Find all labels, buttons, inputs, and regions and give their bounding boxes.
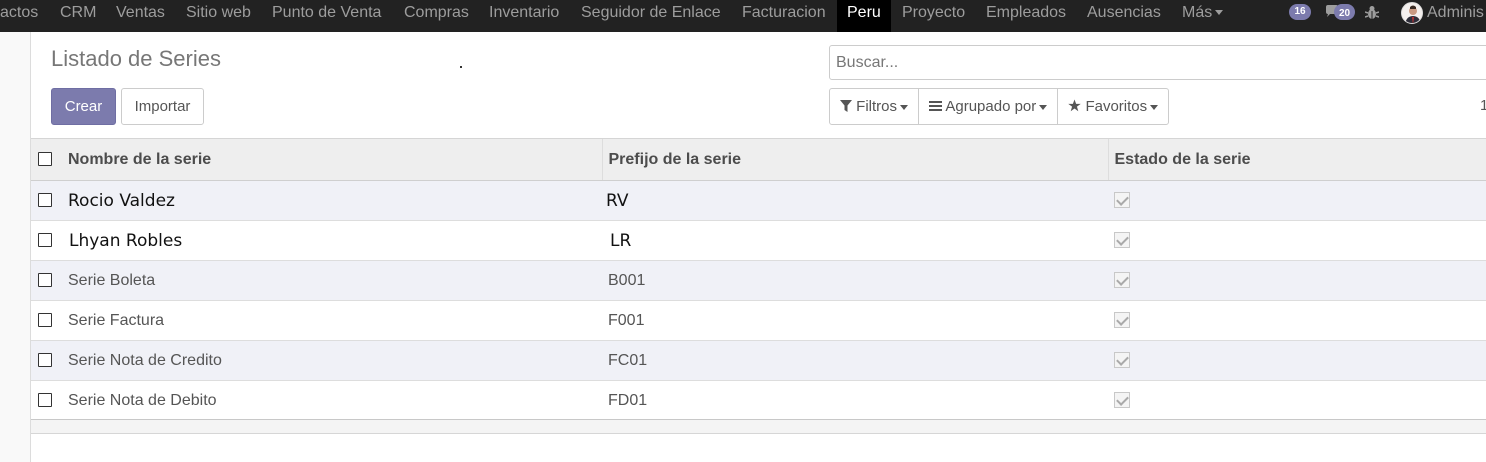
table-row[interactable]: Serie Boleta B001 — [31, 260, 1486, 301]
table-row[interactable]: Serie Factura F001 — [31, 300, 1486, 341]
table-header: Nombre de la serie Prefijo de la serie E… — [31, 138, 1486, 181]
series-list: Nombre de la serie Prefijo de la serie E… — [31, 138, 1486, 421]
series-status-cell — [1108, 221, 1486, 261]
favorites-button[interactable]: Favoritos — [1058, 89, 1168, 124]
table-row[interactable]: Lhyan Robles LR — [31, 220, 1486, 261]
row-checkbox[interactable] — [38, 313, 52, 328]
group-by-button[interactable]: Agrupado por — [919, 89, 1059, 124]
search-input[interactable] — [830, 46, 1486, 79]
series-status-cell — [1108, 301, 1486, 341]
nav-item-ausencias[interactable]: Ausencias — [1087, 0, 1161, 32]
star-icon — [1068, 99, 1081, 112]
nav-item-contactos[interactable]: actos — [0, 0, 38, 32]
column-header-prefijo[interactable]: Prefijo de la serie — [601, 138, 1108, 181]
more-menu[interactable]: Más — [1182, 0, 1224, 32]
series-name-cell[interactable]: Lhyan Robles — [62, 221, 602, 261]
series-status-cell — [1108, 261, 1486, 301]
nav-item-ventas[interactable]: Ventas — [116, 0, 165, 32]
left-panel-edge — [0, 32, 31, 462]
table-row[interactable]: Serie Nota de Debito FD01 — [31, 380, 1486, 421]
select-all-cell — [31, 138, 62, 181]
chevron-down-icon — [900, 104, 909, 110]
series-prefix-cell[interactable]: LR — [602, 221, 1108, 261]
search-box — [829, 45, 1486, 80]
series-status-cell — [1108, 341, 1486, 381]
series-prefix-cell[interactable]: FC01 — [602, 341, 1108, 381]
import-button[interactable]: Importar — [121, 88, 204, 125]
row-checkbox[interactable] — [38, 393, 52, 408]
row-select-cell — [31, 381, 62, 421]
chevron-down-icon — [1150, 104, 1159, 110]
series-prefix-cell[interactable]: RV — [602, 181, 1108, 221]
series-status-cell — [1108, 381, 1486, 421]
row-checkbox[interactable] — [38, 353, 52, 368]
row-select-cell — [31, 301, 62, 341]
table-row[interactable]: Serie Nota de Credito FC01 — [31, 340, 1486, 381]
search-options: Filtros Agrupado por Favoritos — [829, 88, 1170, 125]
series-prefix-cell[interactable]: B001 — [602, 261, 1108, 301]
filters-button[interactable]: Filtros — [830, 89, 920, 124]
column-header-estado[interactable]: Estado de la serie — [1107, 138, 1486, 181]
chevron-down-icon — [1215, 10, 1224, 16]
series-prefix-cell[interactable]: F001 — [602, 301, 1108, 341]
activity-badge[interactable]: 16 — [1289, 4, 1311, 20]
create-button[interactable]: Crear — [51, 88, 116, 125]
row-checkbox[interactable] — [38, 193, 52, 208]
series-name-cell[interactable]: Serie Factura — [62, 301, 602, 341]
series-name-cell[interactable]: Rocio Valdez — [62, 181, 602, 221]
nav-item-peru[interactable]: Peru — [837, 0, 891, 32]
user-menu[interactable]: Adminis — [1427, 0, 1484, 25]
row-select-cell — [31, 341, 62, 381]
filters-label: Filtros — [856, 98, 898, 115]
nav-item-proyecto[interactable]: Proyecto — [902, 0, 965, 32]
status-checkbox — [1114, 352, 1130, 369]
status-checkbox — [1114, 192, 1130, 209]
series-name-cell[interactable]: Serie Nota de Debito — [62, 381, 602, 421]
status-checkbox — [1114, 312, 1130, 329]
status-checkbox — [1114, 392, 1130, 409]
nav-item-facturacion[interactable]: Facturacion — [742, 0, 826, 32]
nav-item-crm[interactable]: CRM — [60, 0, 96, 32]
list-icon — [929, 101, 943, 111]
user-avatar[interactable] — [1401, 2, 1423, 24]
series-table: Nombre de la serie Prefijo de la serie E… — [31, 138, 1486, 421]
nav-item-inventario[interactable]: Inventario — [489, 0, 559, 32]
select-all-checkbox[interactable] — [38, 152, 52, 167]
messages-count: 20 — [1339, 8, 1351, 19]
row-checkbox[interactable] — [38, 233, 52, 248]
favorites-label: Favoritos — [1085, 98, 1148, 115]
row-select-cell — [31, 221, 62, 261]
chevron-down-icon — [1039, 104, 1048, 110]
table-row[interactable]: Rocio Valdez RV — [31, 180, 1486, 221]
row-select-cell — [31, 261, 62, 301]
bug-icon[interactable] — [1364, 5, 1380, 24]
pager-value[interactable]: 1 — [1480, 97, 1486, 114]
row-select-cell — [31, 181, 62, 221]
series-name-cell[interactable]: Serie Boleta — [62, 261, 602, 301]
top-navbar: actos CRM Ventas Sitio web Punto de Vent… — [0, 0, 1486, 32]
nav-item-compras[interactable]: Compras — [404, 0, 469, 32]
status-checkbox — [1114, 232, 1130, 249]
more-menu-label: Más — [1182, 4, 1213, 21]
series-status-cell — [1108, 181, 1486, 221]
row-checkbox[interactable] — [38, 273, 52, 288]
page-title: Listado de Series — [51, 46, 221, 71]
filter-icon — [840, 100, 852, 112]
nav-item-punto-de-venta[interactable]: Punto de Venta — [272, 0, 381, 32]
series-prefix-cell[interactable]: FD01 — [602, 381, 1108, 421]
table-footer — [31, 419, 1486, 434]
series-name-cell[interactable]: Serie Nota de Credito — [62, 341, 602, 381]
nav-item-sitio-web[interactable]: Sitio web — [186, 0, 251, 32]
chat-icon[interactable]: 20 — [1325, 4, 1355, 24]
nav-item-empleados[interactable]: Empleados — [986, 0, 1066, 32]
group-by-label: Agrupado por — [945, 98, 1037, 115]
nav-item-seguidor-de-enlace[interactable]: Seguidor de Enlace — [581, 0, 721, 32]
column-header-nombre[interactable]: Nombre de la serie — [62, 138, 602, 181]
status-checkbox — [1114, 272, 1130, 289]
stray-dot — [460, 66, 462, 68]
